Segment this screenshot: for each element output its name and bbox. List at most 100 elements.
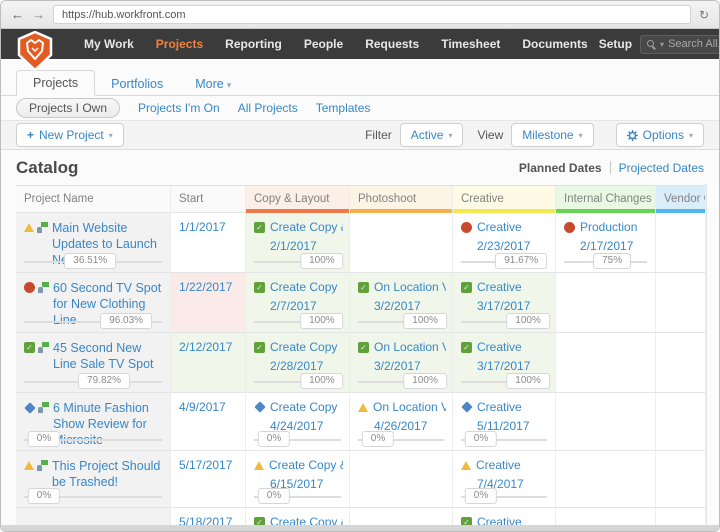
milestone-task-link[interactable]: On Location Vid...	[373, 400, 446, 414]
project-link[interactable]: 45 Second New Line Sale TV Spot	[53, 340, 162, 372]
table-row: 45 Second New Line Sale TV Spot 79.82% 2…	[16, 333, 706, 393]
subtab-templates[interactable]: Templates	[316, 101, 371, 115]
nav-item-people[interactable]: People	[293, 37, 354, 51]
tab-more[interactable]: More▾	[179, 72, 247, 96]
table-row: 6 Minute Fashion Show Review for Microsi…	[16, 393, 706, 451]
search-input[interactable]: ▾ Search All...	[640, 35, 720, 54]
filter-label: Filter	[365, 128, 392, 142]
tab-portfolios[interactable]: Portfolios	[95, 72, 179, 96]
view-dropdown[interactable]: Milestone ▾	[511, 123, 593, 147]
reload-icon[interactable]: ↻	[699, 8, 709, 22]
window-bottom-edge	[1, 525, 719, 531]
milestone-cell: Create Copy 4/24/2017 0%	[246, 393, 350, 451]
subtab-projects-im-on[interactable]: Projects I'm On	[138, 101, 220, 115]
milestone-task-link[interactable]: Create Copy	[270, 340, 337, 354]
status-warning-icon	[24, 461, 34, 470]
projected-dates-toggle[interactable]: Projected Dates	[619, 161, 704, 175]
milestone-date[interactable]: 3/17/2017	[477, 359, 549, 373]
sharing-flag-icon	[37, 460, 48, 471]
subtab-all-projects[interactable]: All Projects	[238, 101, 298, 115]
milestone-task-link[interactable]: Creative	[477, 400, 522, 414]
forward-icon[interactable]: →	[32, 8, 45, 21]
nav-item-documents[interactable]: Documents	[511, 37, 598, 51]
nav-item-reporting[interactable]: Reporting	[214, 37, 293, 51]
scrollbar-gutter[interactable]	[706, 184, 720, 527]
start-date[interactable]: 5/17/2017	[179, 458, 232, 472]
chevron-down-icon: ▾	[109, 131, 113, 140]
secondary-tabs: Projects I Own Projects I'm On All Proje…	[1, 96, 719, 120]
setup-link[interactable]: Setup	[599, 37, 632, 51]
nav-item-timesheet[interactable]: Timesheet	[430, 37, 511, 51]
milestone-cell-empty	[656, 333, 706, 393]
planned-dates-toggle[interactable]: Planned Dates	[519, 161, 602, 175]
milestone-task-link[interactable]: On Location Vid...	[374, 340, 446, 354]
progress-track: 0%	[254, 439, 341, 441]
search-scope-caret-icon[interactable]: ▾	[660, 40, 664, 49]
progress-track: 91.67%	[461, 261, 547, 263]
milestone-task-link[interactable]: Creative	[477, 220, 522, 234]
milestone-cell-empty	[656, 273, 706, 333]
start-date[interactable]: 1/22/2017	[179, 280, 232, 294]
back-icon[interactable]: ←	[11, 8, 24, 21]
milestone-task-link[interactable]: Create Copy & L..	[269, 458, 343, 472]
milestone-cell: Creative 2/23/2017 91.67%	[453, 213, 556, 273]
new-project-button[interactable]: + New Project ▾	[16, 123, 124, 147]
filter-dropdown[interactable]: Active ▾	[400, 123, 464, 147]
progress-track: 100%	[254, 381, 341, 383]
subtab-projects-i-own[interactable]: Projects I Own	[16, 98, 120, 118]
view-label: View	[477, 128, 503, 142]
milestone-date[interactable]: 3/2/2017	[374, 299, 446, 313]
status-complete-icon	[461, 342, 472, 353]
search-placeholder: Search All...	[668, 38, 720, 50]
start-date[interactable]: 2/12/2017	[179, 340, 232, 354]
column-header-internal-changes[interactable]: Internal Changes	[556, 186, 656, 213]
progress-label: 100%	[300, 313, 344, 329]
progress-track: 0%	[461, 496, 547, 498]
column-header-start[interactable]: Start	[171, 186, 246, 213]
column-header-vendor-changes[interactable]: Vendor Changes	[656, 186, 706, 213]
status-complete-icon	[254, 342, 265, 353]
page-header: Catalog Planned Dates Projected Dates	[1, 150, 719, 185]
milestone-task-link[interactable]: Create Copy	[270, 280, 337, 294]
milestone-task-link[interactable]: Creative	[477, 280, 522, 294]
milestone-cell: Create Copy & L.. 2/1/2017 100%	[246, 213, 350, 273]
url-bar[interactable]: https://hub.workfront.com	[53, 5, 691, 24]
options-button[interactable]: Options ▾	[616, 123, 704, 147]
status-complete-icon	[24, 342, 35, 353]
start-date[interactable]: 1/1/2017	[179, 220, 226, 234]
start-date[interactable]: 4/9/2017	[179, 400, 226, 414]
nav-item-requests[interactable]: Requests	[354, 37, 430, 51]
progress-label: 36.51%	[64, 253, 116, 269]
column-header-creative[interactable]: Creative	[453, 186, 556, 213]
milestone-date[interactable]: 3/17/2017	[477, 299, 549, 313]
milestone-cell: Creative 7/4/2017 0%	[453, 451, 556, 508]
milestone-task-link[interactable]: Create Copy & L..	[270, 220, 343, 234]
milestone-date[interactable]: 2/7/2017	[270, 299, 343, 313]
column-header-photoshoot[interactable]: Photoshoot	[350, 186, 453, 213]
milestone-date[interactable]: 2/28/2017	[270, 359, 343, 373]
progress-track: 0%	[254, 496, 341, 498]
milestone-date[interactable]: 2/1/2017	[270, 239, 343, 253]
milestone-date[interactable]: 3/2/2017	[374, 359, 446, 373]
column-header-project-name[interactable]: Project Name	[16, 186, 171, 213]
nav-item-my-work[interactable]: My Work	[73, 37, 145, 51]
navbar-right: Setup ▾ Search All... ✓ ? ★ 7	[599, 34, 720, 54]
milestone-task-link[interactable]: Production	[580, 220, 637, 234]
milestone-task-link[interactable]: Creative	[477, 340, 522, 354]
status-warning-icon	[358, 403, 368, 412]
milestone-date[interactable]: 2/17/2017	[580, 239, 649, 253]
column-header-copy-layout[interactable]: Copy & Layout	[246, 186, 350, 213]
workfront-logo[interactable]	[17, 31, 53, 76]
milestone-cell: On Location Vid... 3/2/2017 100%	[350, 333, 453, 393]
milestone-task-link[interactable]: Create Copy	[270, 400, 337, 414]
progress-track: 0%	[461, 439, 547, 441]
project-link[interactable]: This Project Should be Trashed!	[52, 458, 162, 490]
progress-label: 91.67%	[495, 253, 547, 269]
nav-item-projects[interactable]: Projects	[145, 37, 214, 51]
start-date-cell: 5/17/2017	[171, 451, 246, 508]
progress-track: 75%	[564, 261, 647, 263]
milestone-task-link[interactable]: On Location Vid...	[374, 280, 446, 294]
milestone-task-link[interactable]: Creative	[476, 458, 521, 472]
status-ontrack-icon	[461, 401, 472, 412]
milestone-date[interactable]: 2/23/2017	[477, 239, 549, 253]
